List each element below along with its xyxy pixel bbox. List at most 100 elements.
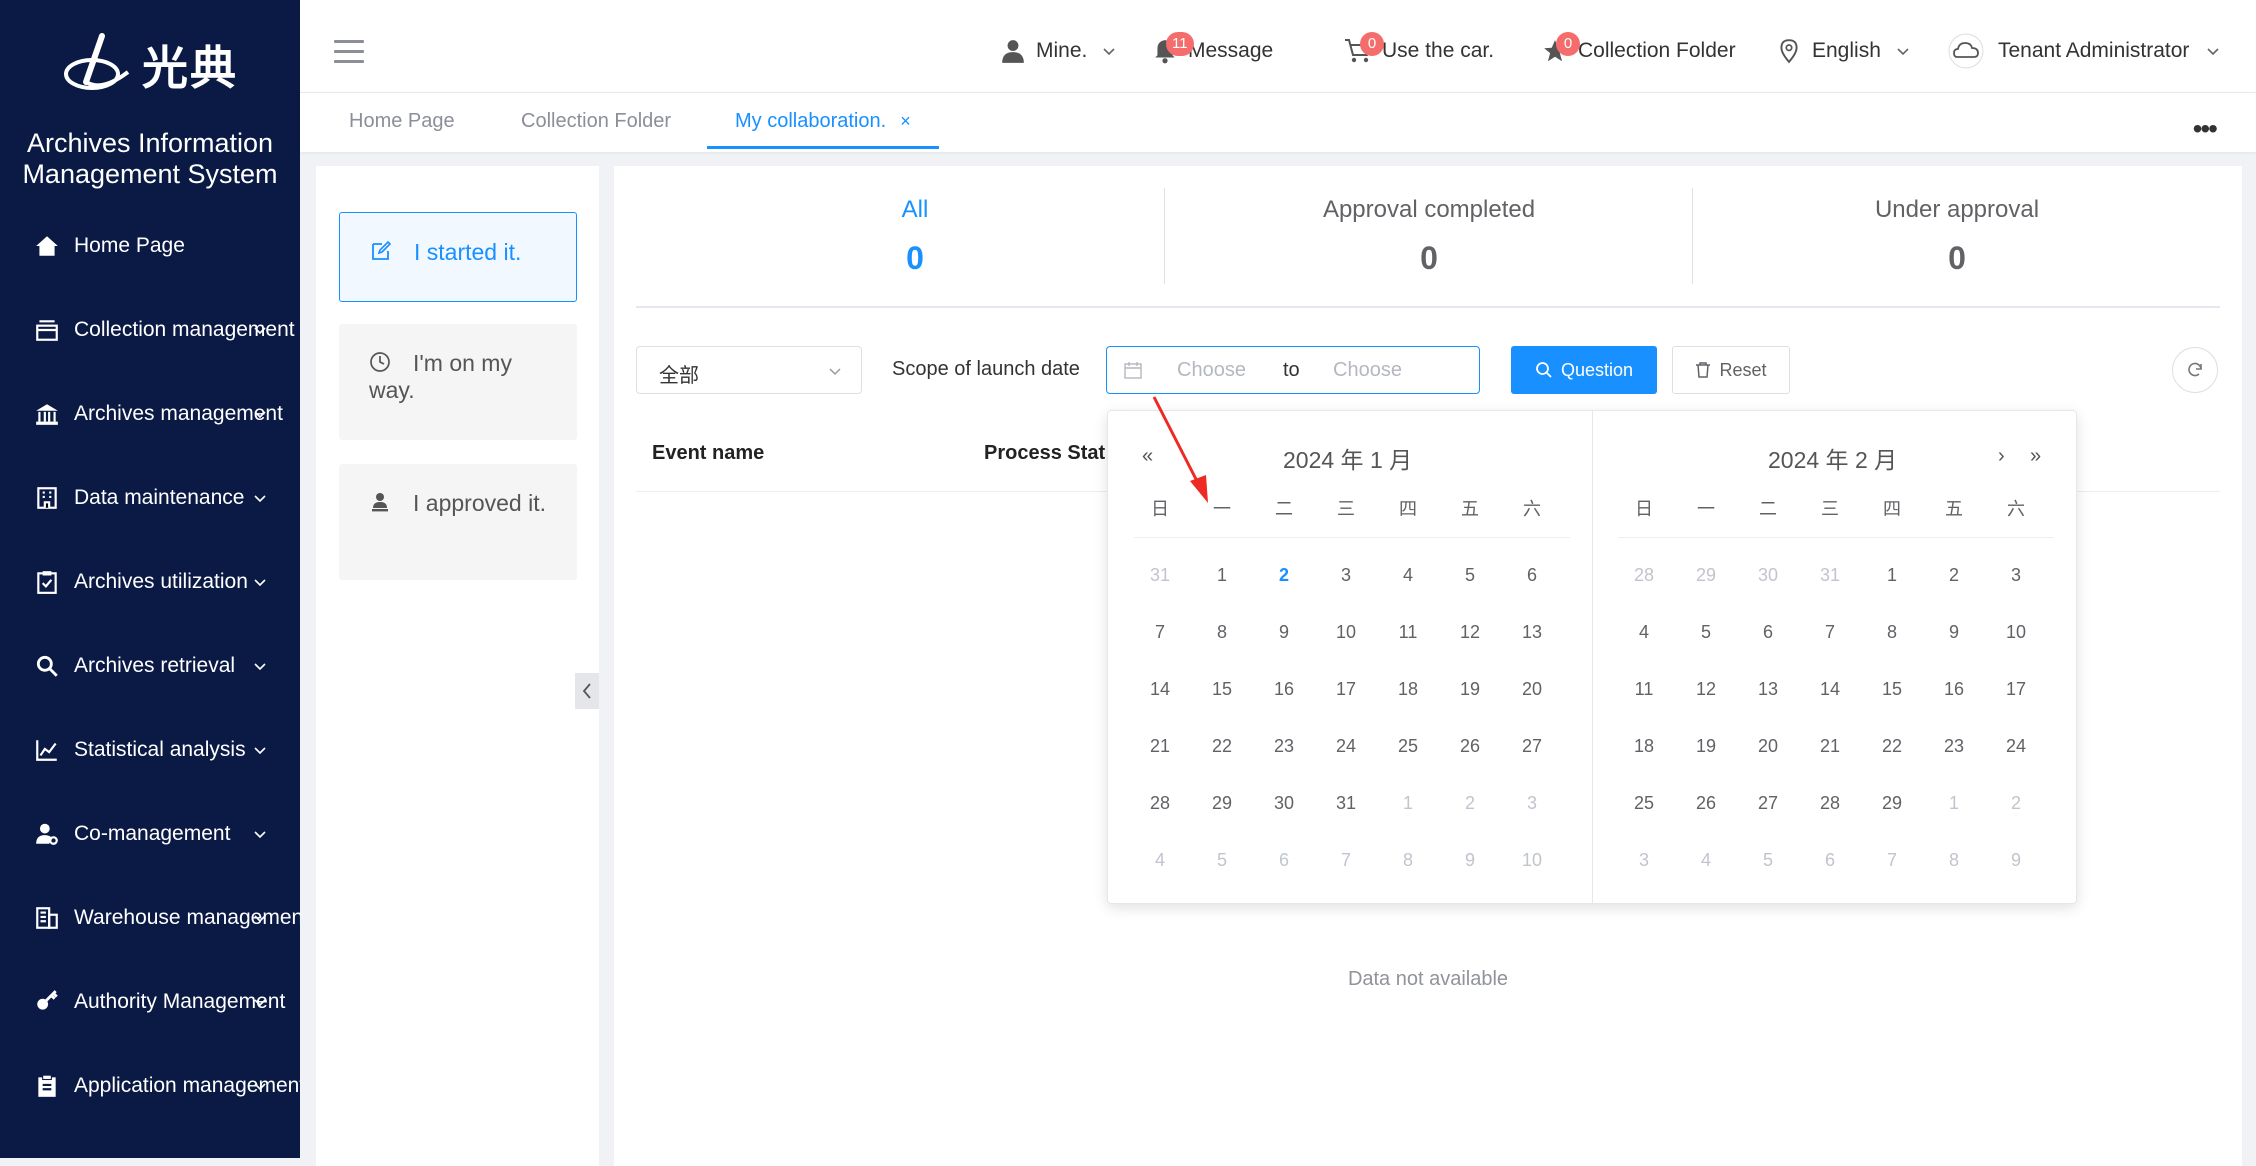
calendar-day[interactable]: 24 [1996, 736, 2036, 757]
sidebar-item-archives-retrieval[interactable]: Archives retrieval [0, 636, 300, 696]
sidebar-item-home-page[interactable]: Home Page [0, 216, 300, 276]
calendar-day[interactable]: 28 [1624, 565, 1664, 586]
category-approved[interactable]: I approved it. [339, 464, 577, 580]
calendar-day[interactable]: 18 [1624, 736, 1664, 757]
calendar-day[interactable]: 23 [1934, 736, 1974, 757]
calendar-day[interactable]: 5 [1202, 850, 1242, 871]
calendar-day[interactable]: 11 [1388, 622, 1428, 643]
calendar-day[interactable]: 3 [1624, 850, 1664, 871]
calendar-day[interactable]: 21 [1810, 736, 1850, 757]
calendar-day[interactable]: 7 [1140, 622, 1180, 643]
calendar-day[interactable]: 18 [1388, 679, 1428, 700]
refresh-button[interactable] [2172, 347, 2218, 393]
calendar-day[interactable]: 20 [1512, 679, 1552, 700]
tab-my-collaboration[interactable]: My collaboration. × [707, 93, 939, 149]
calendar-day[interactable]: 1 [1202, 565, 1242, 586]
calendar-day[interactable]: 15 [1872, 679, 1912, 700]
calendar-day[interactable]: 27 [1748, 793, 1788, 814]
calendar-day[interactable]: 16 [1934, 679, 1974, 700]
calendar-day[interactable]: 19 [1450, 679, 1490, 700]
calendar-day[interactable]: 14 [1140, 679, 1180, 700]
calendar-day[interactable]: 11 [1624, 679, 1664, 700]
calendar-day[interactable]: 5 [1748, 850, 1788, 871]
stat-approval-completed[interactable]: Approval completed 0 [1254, 196, 1604, 277]
calendar-day[interactable]: 23 [1264, 736, 1304, 757]
calendar-day[interactable]: 2 [1934, 565, 1974, 586]
sidebar-item-warehouse-management[interactable]: Warehouse management [0, 888, 300, 948]
calendar-day[interactable]: 22 [1202, 736, 1242, 757]
calendar-day[interactable]: 26 [1686, 793, 1726, 814]
next-year-button[interactable]: » [2030, 445, 2041, 468]
sidebar-item-archives-utilization[interactable]: Archives utilization [0, 552, 300, 612]
end-date-input[interactable]: Choose [1333, 359, 1402, 382]
calendar-day[interactable]: 24 [1326, 736, 1366, 757]
calendar-day[interactable]: 5 [1450, 565, 1490, 586]
calendar-day[interactable]: 6 [1512, 565, 1552, 586]
calendar-day[interactable]: 26 [1450, 736, 1490, 757]
calendar-day[interactable]: 17 [1326, 679, 1366, 700]
calendar-day[interactable]: 29 [1872, 793, 1912, 814]
calendar-day[interactable]: 2 [1996, 793, 2036, 814]
calendar-day[interactable]: 19 [1686, 736, 1726, 757]
calendar-day[interactable]: 9 [1934, 622, 1974, 643]
close-icon[interactable]: × [900, 111, 911, 131]
reset-button[interactable]: Reset [1672, 346, 1790, 394]
more-icon[interactable]: ••• [2193, 113, 2218, 145]
calendar-day[interactable]: 10 [1996, 622, 2036, 643]
use-car-button[interactable]: 0 Use the car. [1344, 32, 1494, 68]
calendar-day[interactable]: 21 [1140, 736, 1180, 757]
sidebar-item-archives-management[interactable]: Archives management [0, 384, 300, 444]
calendar-day[interactable]: 25 [1388, 736, 1428, 757]
calendar-day[interactable]: 22 [1872, 736, 1912, 757]
calendar-day[interactable]: 30 [1264, 793, 1304, 814]
stat-under-approval[interactable]: Under approval 0 [1792, 196, 2122, 277]
calendar-day-today[interactable]: 2 [1264, 565, 1304, 586]
calendar-day[interactable]: 1 [1388, 793, 1428, 814]
calendar-day[interactable]: 8 [1872, 622, 1912, 643]
tab-collection-folder[interactable]: Collection Folder [521, 93, 671, 149]
sidebar-item-collection-management[interactable]: Collection management [0, 300, 300, 360]
calendar-day[interactable]: 13 [1748, 679, 1788, 700]
calendar-day[interactable]: 16 [1264, 679, 1304, 700]
calendar-day[interactable]: 28 [1140, 793, 1180, 814]
calendar-day[interactable]: 3 [1512, 793, 1552, 814]
calendar-day[interactable]: 28 [1810, 793, 1850, 814]
calendar-day[interactable]: 30 [1748, 565, 1788, 586]
calendar-day[interactable]: 8 [1388, 850, 1428, 871]
query-button[interactable]: Question [1511, 346, 1657, 394]
calendar-day[interactable]: 5 [1686, 622, 1726, 643]
calendar-day[interactable]: 9 [1996, 850, 2036, 871]
calendar-day[interactable]: 31 [1810, 565, 1850, 586]
calendar-day[interactable]: 7 [1872, 850, 1912, 871]
calendar-day[interactable]: 9 [1450, 850, 1490, 871]
calendar-day[interactable]: 4 [1388, 565, 1428, 586]
calendar-day[interactable]: 29 [1202, 793, 1242, 814]
calendar-day[interactable]: 12 [1686, 679, 1726, 700]
calendar-day[interactable]: 6 [1748, 622, 1788, 643]
calendar-day[interactable]: 4 [1686, 850, 1726, 871]
calendar-day[interactable]: 6 [1810, 850, 1850, 871]
status-select[interactable]: 全部 [636, 346, 862, 394]
collection-folder-button[interactable]: 0 Collection Folder [1542, 32, 1736, 68]
calendar-day[interactable]: 27 [1512, 736, 1552, 757]
user-menu[interactable]: Tenant Administrator [1948, 33, 2221, 69]
calendar-day[interactable]: 31 [1326, 793, 1366, 814]
calendar-day[interactable]: 6 [1264, 850, 1304, 871]
calendar-day[interactable]: 10 [1512, 850, 1552, 871]
next-month-button[interactable]: › [1998, 445, 2005, 468]
language-select[interactable]: English [1776, 34, 1911, 68]
sidebar-item-application-management[interactable]: Application management [0, 1056, 300, 1116]
sidebar-item-data-maintenance[interactable]: Data maintenance [0, 468, 300, 528]
sidebar-item-statistical-analysis[interactable]: Statistical analysis [0, 720, 300, 780]
calendar-day[interactable]: 13 [1512, 622, 1552, 643]
mine-menu[interactable]: Mine. [1000, 34, 1117, 68]
tab-home-page[interactable]: Home Page [349, 93, 455, 149]
calendar-day[interactable]: 20 [1748, 736, 1788, 757]
stat-all[interactable]: All 0 [790, 196, 1040, 277]
calendar-day[interactable]: 29 [1686, 565, 1726, 586]
calendar-day[interactable]: 1 [1934, 793, 1974, 814]
calendar-day[interactable]: 2 [1450, 793, 1490, 814]
category-on-my-way[interactable]: I'm on my way. [339, 324, 577, 440]
calendar-day[interactable]: 7 [1810, 622, 1850, 643]
date-range-input[interactable]: Choose to Choose [1106, 346, 1480, 394]
